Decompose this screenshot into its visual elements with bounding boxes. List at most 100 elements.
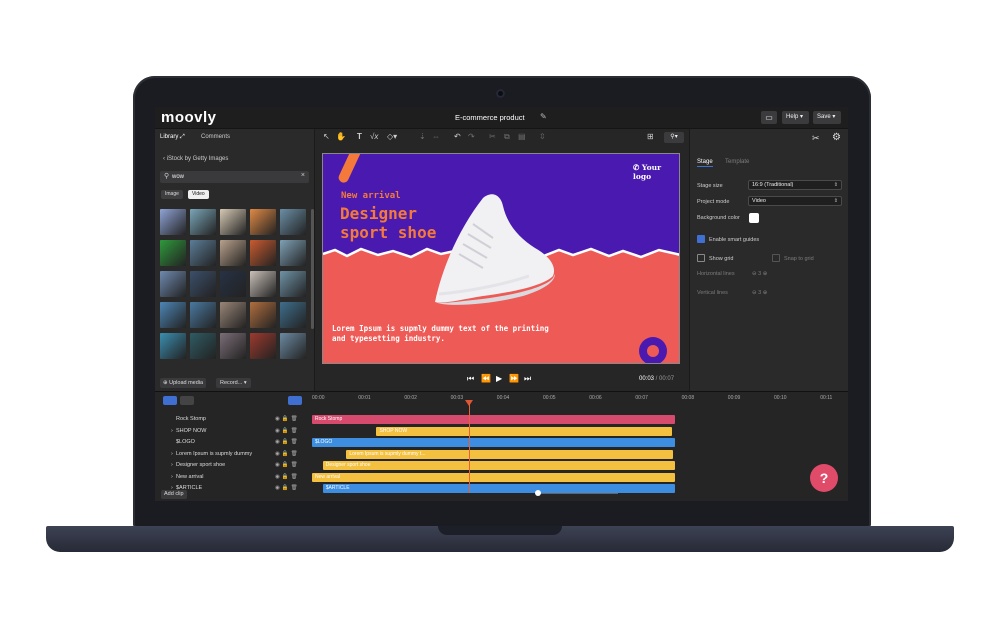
layer-visibility-lock-delete-icons[interactable]: ◉🔒🗑: [275, 472, 300, 483]
media-thumbnail[interactable]: [280, 333, 306, 359]
expand-chevron-icon[interactable]: ›: [171, 472, 173, 483]
timeline-layer-row[interactable]: › New arrival ◉🔒🗑: [155, 472, 310, 483]
timeline-layer-row[interactable]: Rock Stomp ◉🔒🗑: [155, 414, 310, 425]
media-thumbnail[interactable]: [160, 302, 186, 328]
timeline-clip[interactable]: $ARTICLE: [322, 484, 675, 493]
stage-size-select[interactable]: 16:9 (Traditional) ⇕: [748, 180, 842, 190]
media-thumbnail[interactable]: [190, 209, 216, 235]
crossed-tools-icon[interactable]: ✂: [812, 133, 820, 144]
stage-headline[interactable]: Designer sport shoe: [340, 204, 436, 242]
expand-chevron-icon[interactable]: ›: [171, 426, 173, 437]
preview-monitor-icon[interactable]: ▭: [761, 111, 777, 124]
filter-image-button[interactable]: Image: [161, 190, 183, 199]
text-tool-icon[interactable]: T: [357, 132, 362, 141]
grid-view-icon[interactable]: ⊞: [647, 132, 654, 141]
help-button[interactable]: Help ▾: [782, 111, 809, 124]
expand-chevron-icon[interactable]: ›: [171, 449, 173, 460]
fast-forward-icon[interactable]: ⏩: [509, 374, 519, 383]
save-button[interactable]: Save ▾: [813, 111, 841, 124]
plus-icon[interactable]: ⊕: [763, 271, 768, 277]
undo-icon[interactable]: ↶: [454, 132, 461, 141]
layer-visibility-lock-delete-icons[interactable]: ◉🔒🗑: [275, 460, 300, 471]
copy-icon[interactable]: ⧉: [504, 132, 510, 142]
compact-view-icon[interactable]: [180, 396, 194, 405]
timeline-clip[interactable]: SHOP NOW: [376, 426, 672, 436]
search-input[interactable]: ⚲ wow ×: [160, 171, 309, 183]
skip-end-icon[interactable]: ⏭: [524, 374, 531, 384]
media-thumbnail[interactable]: [190, 240, 216, 266]
add-clip-button[interactable]: Add clip: [161, 490, 187, 499]
media-thumbnail[interactable]: [250, 209, 276, 235]
media-thumbnail[interactable]: [280, 302, 306, 328]
media-thumbnail[interactable]: [280, 271, 306, 297]
timeline-layer-row[interactable]: › SHOP NOW ◉🔒🗑: [155, 426, 310, 437]
media-thumbnail[interactable]: [220, 302, 246, 328]
smart-guides-checkbox[interactable]: [697, 235, 705, 243]
timeline-clip[interactable]: Lorem Ipsum is supmly dummy t...: [346, 449, 674, 459]
media-thumbnail[interactable]: [160, 240, 186, 266]
align-icon[interactable]: ⇣: [419, 132, 426, 141]
timeline-zoom-handle[interactable]: [535, 490, 541, 496]
distribute-icon[interactable]: ⇔: [432, 132, 440, 141]
tab-comments[interactable]: Comments: [201, 134, 230, 140]
media-thumbnail[interactable]: [250, 240, 276, 266]
timeline-zoom-slider[interactable]: [538, 493, 618, 494]
timeline-layer-row[interactable]: › Designer sport shoe ◉🔒🗑: [155, 460, 310, 471]
rewind-icon[interactable]: ⏪: [481, 374, 491, 383]
tab-stage[interactable]: Stage: [697, 159, 713, 167]
project-title[interactable]: E-commerce product: [455, 113, 525, 122]
filter-video-button[interactable]: Video: [188, 190, 209, 199]
project-mode-select[interactable]: Video ⇕: [748, 196, 842, 206]
vertical-lines-stepper[interactable]: ⊖ 3 ⊕: [752, 290, 767, 296]
play-icon[interactable]: ▶: [496, 374, 502, 383]
select-cursor-icon[interactable]: ↖: [323, 132, 330, 141]
layer-visibility-lock-delete-icons[interactable]: ◉🔒🗑: [275, 449, 300, 460]
media-thumbnail[interactable]: [220, 240, 246, 266]
zoom-button[interactable]: ⚲▾: [664, 132, 684, 143]
plus-icon[interactable]: ⊕: [763, 290, 768, 296]
expand-chevron-icon[interactable]: ›: [171, 460, 173, 471]
media-thumbnail[interactable]: [280, 209, 306, 235]
media-thumbnail[interactable]: [160, 271, 186, 297]
media-thumbnail[interactable]: [250, 271, 276, 297]
media-thumbnail[interactable]: [190, 271, 216, 297]
tab-library[interactable]: Library ⤢: [160, 134, 185, 141]
timeline-clip[interactable]: $LOGO: [312, 438, 676, 447]
upload-media-button[interactable]: ⊕ Upload media: [160, 378, 207, 388]
layer-visibility-lock-delete-icons[interactable]: ◉🔒🗑: [275, 437, 300, 448]
media-thumbnail[interactable]: [220, 333, 246, 359]
show-grid-checkbox[interactable]: [697, 254, 705, 262]
redo-icon[interactable]: ↷: [468, 132, 475, 141]
layer-visibility-lock-delete-icons[interactable]: ◉🔒🗑: [275, 483, 300, 494]
library-scrollbar[interactable]: [311, 209, 314, 329]
snap-to-grid-checkbox[interactable]: [772, 254, 780, 262]
stage-body-text[interactable]: Lorem Ipsum is supmly dummy text of the …: [332, 324, 549, 344]
timeline-clip[interactable]: Rock Stomp: [312, 415, 676, 424]
paste-icon[interactable]: ▤: [518, 132, 526, 141]
stage-logo-text[interactable]: ✆ Your logo: [633, 163, 679, 181]
media-thumbnail[interactable]: [190, 333, 216, 359]
media-thumbnail[interactable]: [250, 302, 276, 328]
stage-new-arrival[interactable]: New arrival: [341, 191, 401, 201]
timeline-layer-row[interactable]: $LOGO ◉🔒🗑: [155, 437, 310, 448]
media-thumbnail[interactable]: [160, 209, 186, 235]
cut-icon[interactable]: ✂: [489, 132, 496, 141]
media-thumbnail[interactable]: [220, 209, 246, 235]
help-chat-bubble[interactable]: ?: [810, 464, 838, 492]
media-thumbnail[interactable]: [220, 271, 246, 297]
minus-icon[interactable]: ⊖: [752, 290, 757, 296]
media-thumbnail[interactable]: [250, 333, 276, 359]
timeline-ruler[interactable]: 00:00 00:01 00:02 00:03 00:04 00:05 00:06 00:07…: [310, 392, 848, 412]
media-thumbnail[interactable]: [160, 333, 186, 359]
minus-icon[interactable]: ⊖: [752, 271, 757, 277]
hand-icon[interactable]: ✋: [336, 132, 346, 141]
stage-canvas[interactable]: ✆ Your logo New arrival Designer sport s…: [322, 153, 680, 364]
shapes-icon[interactable]: ◇▾: [387, 132, 397, 141]
background-color-swatch[interactable]: [749, 213, 759, 223]
library-source-back[interactable]: ‹ iStock by Getty Images: [163, 156, 228, 162]
list-view-icon[interactable]: [163, 396, 177, 405]
link-toggle-icon[interactable]: [288, 396, 302, 405]
media-thumbnail[interactable]: [190, 302, 216, 328]
settings-gear-icon[interactable]: ⚙: [832, 132, 841, 143]
layer-visibility-lock-delete-icons[interactable]: ◉🔒🗑: [275, 414, 300, 425]
